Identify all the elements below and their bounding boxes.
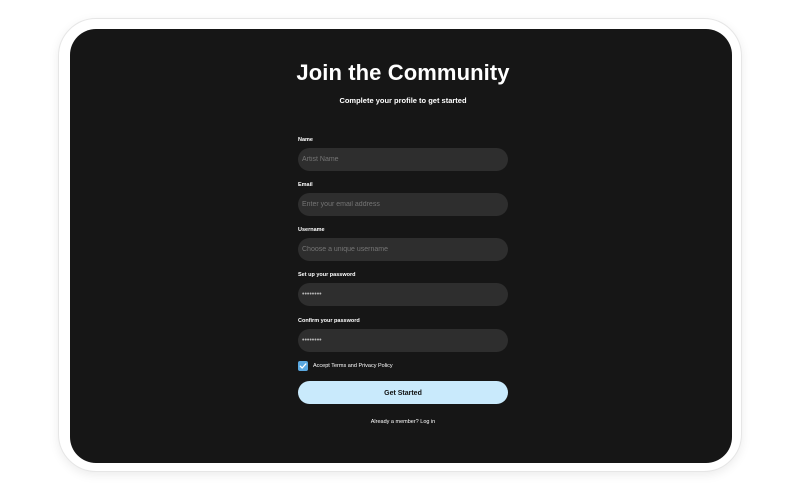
app-screen: Join the Community Complete your profile… xyxy=(70,29,732,463)
checkmark-icon xyxy=(299,363,307,369)
name-label: Name xyxy=(298,137,313,143)
name-input[interactable] xyxy=(298,148,508,171)
tablet-frame: Join the Community Complete your profile… xyxy=(58,18,742,472)
email-label: Email xyxy=(298,182,313,188)
username-input[interactable] xyxy=(298,238,508,261)
password-input[interactable] xyxy=(298,283,508,306)
password-label: Set up your password xyxy=(298,272,356,278)
confirm-password-label: Confirm your password xyxy=(298,318,360,324)
terms-checkbox[interactable] xyxy=(298,361,308,371)
terms-label: Accept Terms and Privacy Policy xyxy=(313,363,393,369)
login-link[interactable]: Already a member? Log in xyxy=(298,419,508,425)
get-started-button[interactable]: Get Started xyxy=(298,381,508,404)
username-label: Username xyxy=(298,227,325,233)
email-input[interactable] xyxy=(298,193,508,216)
confirm-password-input[interactable] xyxy=(298,329,508,352)
page-subtitle: Complete your profile to get started xyxy=(339,96,467,105)
page-title: Join the Community xyxy=(296,60,510,85)
